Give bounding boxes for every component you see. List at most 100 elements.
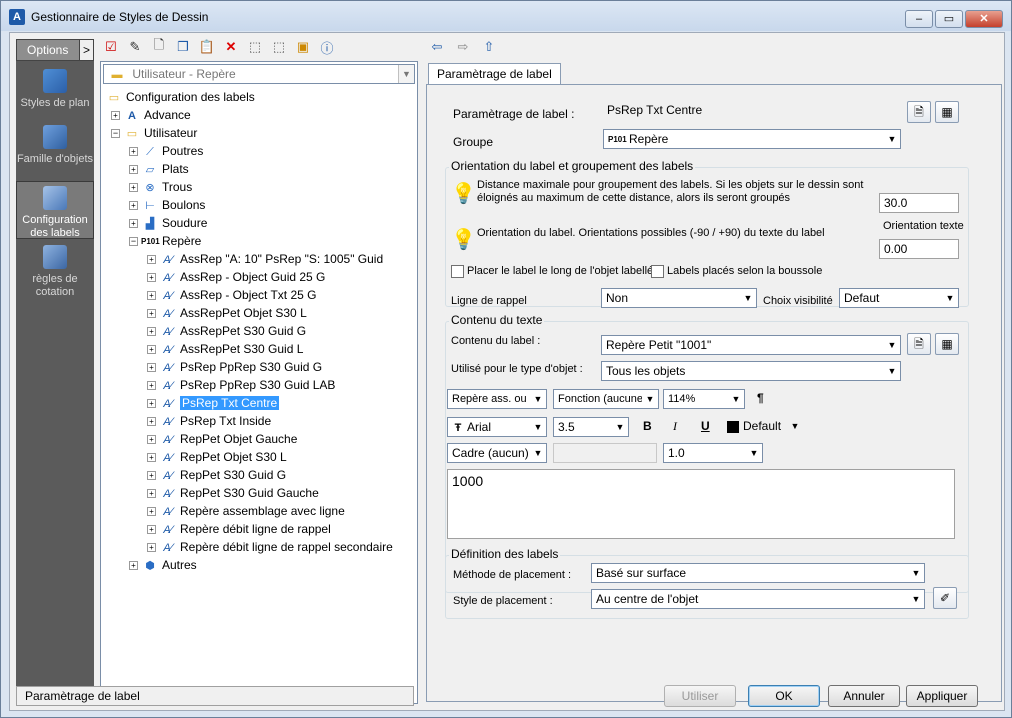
fonction-select[interactable]: Fonction (aucune ▼ <box>553 389 659 409</box>
back-arrow-icon[interactable]: ⇦ <box>428 38 446 56</box>
distance-input[interactable]: 30.0 <box>879 193 959 213</box>
chevron-down-icon[interactable]: ▼ <box>884 130 900 148</box>
expand-toggle[interactable]: + <box>147 309 156 319</box>
chevron-down-icon[interactable]: ▼ <box>612 418 628 436</box>
expand-toggle[interactable]: + <box>147 471 156 481</box>
close-button[interactable]: ✕ <box>965 10 1003 28</box>
color-select[interactable]: Default ▼ <box>723 417 803 437</box>
tree-node-label-style[interactable]: + A⁄ PsRep Txt Inside <box>147 412 271 430</box>
edit-placement-style-button[interactable]: ✐ <box>933 587 957 609</box>
chevron-down-icon[interactable]: ▼ <box>884 336 900 354</box>
tree-node-label-style[interactable]: + A⁄ PsRep PpRep S30 Guid LAB <box>147 376 335 394</box>
tree-node-label-style[interactable]: + A⁄ RepPet Objet S30 L <box>147 448 287 466</box>
sidebar-item-plan-styles[interactable]: Styles de plan <box>16 69 94 119</box>
sidebar-item-dimension-rules[interactable]: règles de cotation <box>16 245 94 299</box>
expand-toggle[interactable]: + <box>147 327 156 337</box>
edit-param-button[interactable]: 🗎 <box>907 101 931 123</box>
sidebar-item-object-family[interactable]: Famille d'objets <box>16 125 94 179</box>
label-text-editor[interactable]: 1000 <box>447 469 955 539</box>
edit-contenu-button[interactable]: 🗎 <box>907 333 931 355</box>
expand-toggle[interactable]: + <box>147 255 156 265</box>
expand-toggle[interactable]: + <box>147 543 156 553</box>
tree-node-category[interactable]: + ⟋ Poutres <box>129 142 203 160</box>
import-icon[interactable]: ⬚ <box>246 38 264 56</box>
chevron-down-icon[interactable]: ▼ <box>530 418 546 436</box>
appliquer-button[interactable]: Appliquer <box>906 685 978 707</box>
tree-node-label-style[interactable]: + A⁄ RepPet Objet Gauche <box>147 430 297 448</box>
methode-select[interactable]: Basé sur surface ▼ <box>591 563 925 583</box>
chevron-down-icon[interactable]: ▼ <box>398 65 414 83</box>
italic-button[interactable]: I <box>673 419 677 434</box>
chevron-down-icon[interactable]: ▼ <box>530 444 546 462</box>
contenu-select[interactable]: Repère Petit "1001" ▼ <box>601 335 901 355</box>
tree-node-label-style[interactable]: + A⁄ Repère assemblage avec ligne <box>147 502 345 520</box>
tree-node-label-style[interactable]: + A⁄ PsRep Txt Centre <box>147 394 280 412</box>
font-select[interactable]: Ŧ Arial ▼ <box>447 417 547 437</box>
expand-toggle[interactable]: + <box>129 219 138 229</box>
help-icon[interactable]: ⓘ <box>318 38 336 56</box>
expand-toggle[interactable]: + <box>147 381 156 391</box>
tree-node-label-style[interactable]: + A⁄ AssRepPet S30 Guid L <box>147 340 303 358</box>
tree-root[interactable]: ▭ Configuration des labels <box>105 88 255 106</box>
tree-filter-select[interactable]: ▬ Utilisateur - Repère ▼ <box>103 64 415 84</box>
chevron-down-icon[interactable]: ▼ <box>728 390 744 408</box>
expand-toggle[interactable]: + <box>147 273 156 283</box>
sidebar-item-label-config[interactable]: Configuration des labels <box>16 181 94 239</box>
tab-label-settings[interactable]: Paramètrage de label <box>428 63 561 85</box>
tree-node-label-style[interactable]: + A⁄ PsRep PpRep S30 Guid G <box>147 358 322 376</box>
chevron-down-icon[interactable]: ▼ <box>942 289 958 307</box>
choix-visibilite-select[interactable]: Defaut ▼ <box>839 288 959 308</box>
tree-node-category[interactable]: + ⊗ Trous <box>129 178 192 196</box>
tree-node-label-style[interactable]: + A⁄ AssRep "A: 10" PsRep "S: 1005" Guid <box>147 250 383 268</box>
expand-toggle[interactable]: + <box>147 417 156 427</box>
options-toggle[interactable]: Options > <box>16 39 94 61</box>
chevron-down-icon[interactable]: ▼ <box>530 390 546 408</box>
line-spacing-select[interactable]: 1.0 ▼ <box>663 443 763 463</box>
expand-toggle[interactable]: + <box>147 363 156 373</box>
delete-icon[interactable]: ✕ <box>222 38 240 56</box>
chevron-down-icon[interactable]: ▼ <box>787 417 803 435</box>
expand-toggle[interactable]: + <box>147 291 156 301</box>
boussole-checkbox[interactable] <box>651 265 664 278</box>
chevron-down-icon[interactable]: ▼ <box>884 362 900 380</box>
chevron-down-icon[interactable]: ▼ <box>740 289 756 307</box>
repere-field-select[interactable]: Repère ass. ou s ▼ <box>447 389 547 409</box>
tree-node-autres[interactable]: + ⬢ Autres <box>129 556 197 574</box>
tree-node-label-style[interactable]: + A⁄ AssRep - Object Txt 25 G <box>147 286 317 304</box>
tree-node-category[interactable]: + ▱ Plats <box>129 160 189 178</box>
tree-node-advance[interactable]: + A Advance <box>111 106 191 124</box>
orientation-input[interactable]: 0.00 <box>879 239 959 259</box>
preview-icon[interactable]: ▣ <box>294 38 312 56</box>
expand-toggle[interactable]: + <box>147 453 156 463</box>
ok-button[interactable]: OK <box>748 685 820 707</box>
paragraph-icon[interactable]: ¶ <box>757 391 764 405</box>
expand-toggle[interactable]: + <box>129 561 138 571</box>
paste-icon[interactable]: 📋 <box>198 38 216 56</box>
collapse-toggle[interactable]: − <box>129 237 138 247</box>
expand-toggle[interactable]: + <box>129 201 138 211</box>
expand-toggle[interactable]: + <box>147 525 156 535</box>
manage-contenu-button[interactable]: ▦ <box>935 333 959 355</box>
tree-node-label-style[interactable]: + A⁄ AssRepPet Objet S30 L <box>147 304 307 322</box>
utilise-select[interactable]: Tous les objets ▼ <box>601 361 901 381</box>
chevron-down-icon[interactable]: ▼ <box>642 390 658 408</box>
tree-node-label-style[interactable]: + A⁄ RepPet S30 Guid G <box>147 466 286 484</box>
tree-node-category[interactable]: + ⊢ Boulons <box>129 196 205 214</box>
expand-toggle[interactable]: + <box>111 111 120 121</box>
expand-toggle[interactable]: + <box>129 183 138 193</box>
chevron-down-icon[interactable]: ▼ <box>908 564 924 582</box>
collapse-toggle[interactable]: − <box>111 129 120 139</box>
scale-select[interactable]: 114% ▼ <box>663 389 745 409</box>
tree-node-label-style[interactable]: + A⁄ Repère débit ligne de rappel secondai… <box>147 538 393 556</box>
expand-toggle[interactable]: + <box>129 147 138 157</box>
new-style-icon[interactable]: 🗋 <box>150 37 168 56</box>
expand-toggle[interactable]: + <box>129 165 138 175</box>
tree-node-label-style[interactable]: + A⁄ AssRep - Object Guid 25 G <box>147 268 325 286</box>
tree-node-utilisateur[interactable]: − ▭ Utilisateur <box>111 124 197 142</box>
tree-node-category[interactable]: + ▟ Soudure <box>129 214 207 232</box>
copy-icon[interactable]: ❐ <box>174 38 192 56</box>
style-placement-select[interactable]: Au centre de l'objet ▼ <box>591 589 925 609</box>
expand-toggle[interactable]: + <box>147 507 156 517</box>
groupe-select[interactable]: P101 Repère ▼ <box>603 129 901 149</box>
expand-toggle[interactable]: + <box>147 399 156 409</box>
